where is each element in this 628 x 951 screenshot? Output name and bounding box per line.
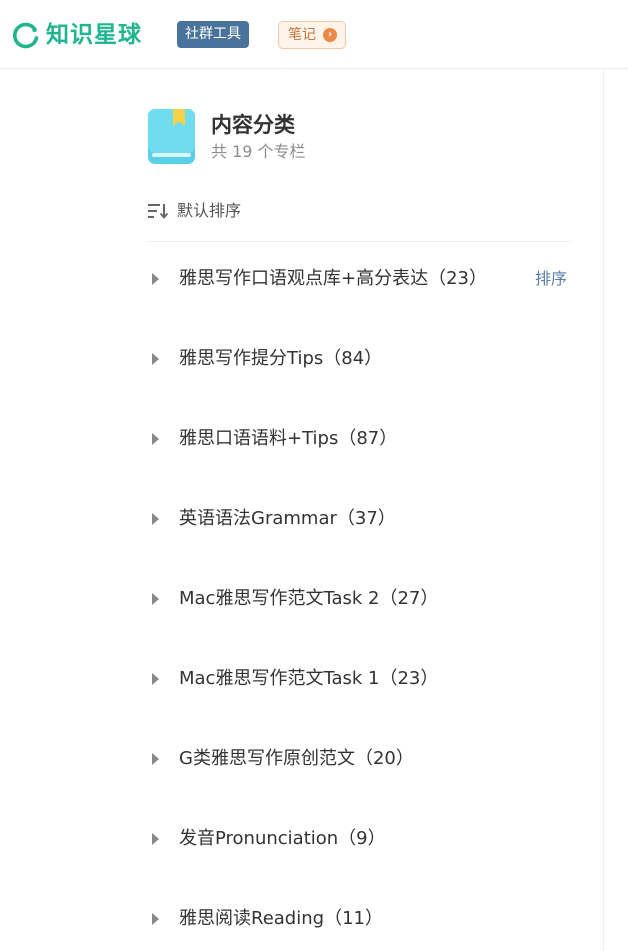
brand-name: 知识星球 bbox=[46, 22, 142, 48]
category-item[interactable]: Mac雅思写作范文Task 2（27） bbox=[148, 584, 578, 614]
top-header: 知识星球 社群工具 笔记 › bbox=[0, 0, 628, 69]
caret-right-icon bbox=[152, 513, 159, 525]
category-item[interactable]: G类雅思写作原创范文（20） bbox=[148, 744, 578, 774]
caret-right-icon bbox=[152, 273, 159, 285]
category-item-label: 英语语法Grammar（37） bbox=[179, 508, 396, 529]
caret-right-icon bbox=[152, 353, 159, 365]
category-item[interactable]: Mac雅思写作范文Task 1（23） bbox=[148, 664, 578, 694]
sort-dropdown[interactable]: 默认排序 bbox=[148, 200, 241, 222]
category-title: 内容分类 bbox=[211, 113, 295, 137]
sort-label: 默认排序 bbox=[177, 201, 242, 220]
item-sort-button[interactable]: 排序 bbox=[535, 264, 567, 294]
category-item-label: G类雅思写作原创范文（20） bbox=[179, 748, 414, 769]
category-item-label: Mac雅思写作范文Task 2（27） bbox=[179, 588, 439, 609]
brand-logo[interactable]: 知识星球 bbox=[12, 20, 142, 50]
category-item[interactable]: 雅思写作提分Tips（84） bbox=[148, 344, 578, 374]
caret-right-icon bbox=[152, 673, 159, 685]
divider bbox=[148, 241, 571, 242]
caret-right-icon bbox=[152, 833, 159, 845]
category-item[interactable]: 英语语法Grammar（37） bbox=[148, 504, 578, 534]
category-item-label: 雅思口语语料+Tips（87） bbox=[179, 428, 398, 449]
caret-right-icon bbox=[152, 753, 159, 765]
category-item-label: 雅思阅读Reading（11） bbox=[179, 908, 383, 929]
planet-ring-icon bbox=[13, 22, 39, 49]
book-icon bbox=[148, 109, 195, 164]
notes-button[interactable]: 笔记 › bbox=[278, 21, 346, 49]
sort-lines-icon bbox=[148, 204, 168, 219]
caret-right-icon bbox=[152, 593, 159, 605]
community-tools-button[interactable]: 社群工具 bbox=[177, 21, 249, 48]
category-item[interactable]: 雅思口语语料+Tips（87） bbox=[148, 424, 578, 454]
category-item-label: Mac雅思写作范文Task 1（23） bbox=[179, 668, 439, 689]
category-item-label: 雅思写作提分Tips（84） bbox=[179, 348, 383, 369]
column-count: 共 19 个专栏 bbox=[211, 142, 306, 161]
chevron-right-circle-icon: › bbox=[323, 28, 337, 42]
category-item[interactable]: 雅思写作口语观点库+高分表达（23） 排序 bbox=[148, 264, 578, 294]
content-right-border bbox=[603, 69, 604, 951]
category-item-label: 雅思写作口语观点库+高分表达（23） bbox=[179, 268, 487, 289]
notes-label: 笔记 bbox=[288, 27, 316, 43]
category-item-label: 发音Pronunciation（9） bbox=[179, 828, 386, 849]
category-item[interactable]: 雅思阅读Reading（11） bbox=[148, 904, 578, 934]
category-item[interactable]: 发音Pronunciation（9） bbox=[148, 824, 578, 854]
caret-right-icon bbox=[152, 433, 159, 445]
caret-right-icon bbox=[152, 913, 159, 925]
